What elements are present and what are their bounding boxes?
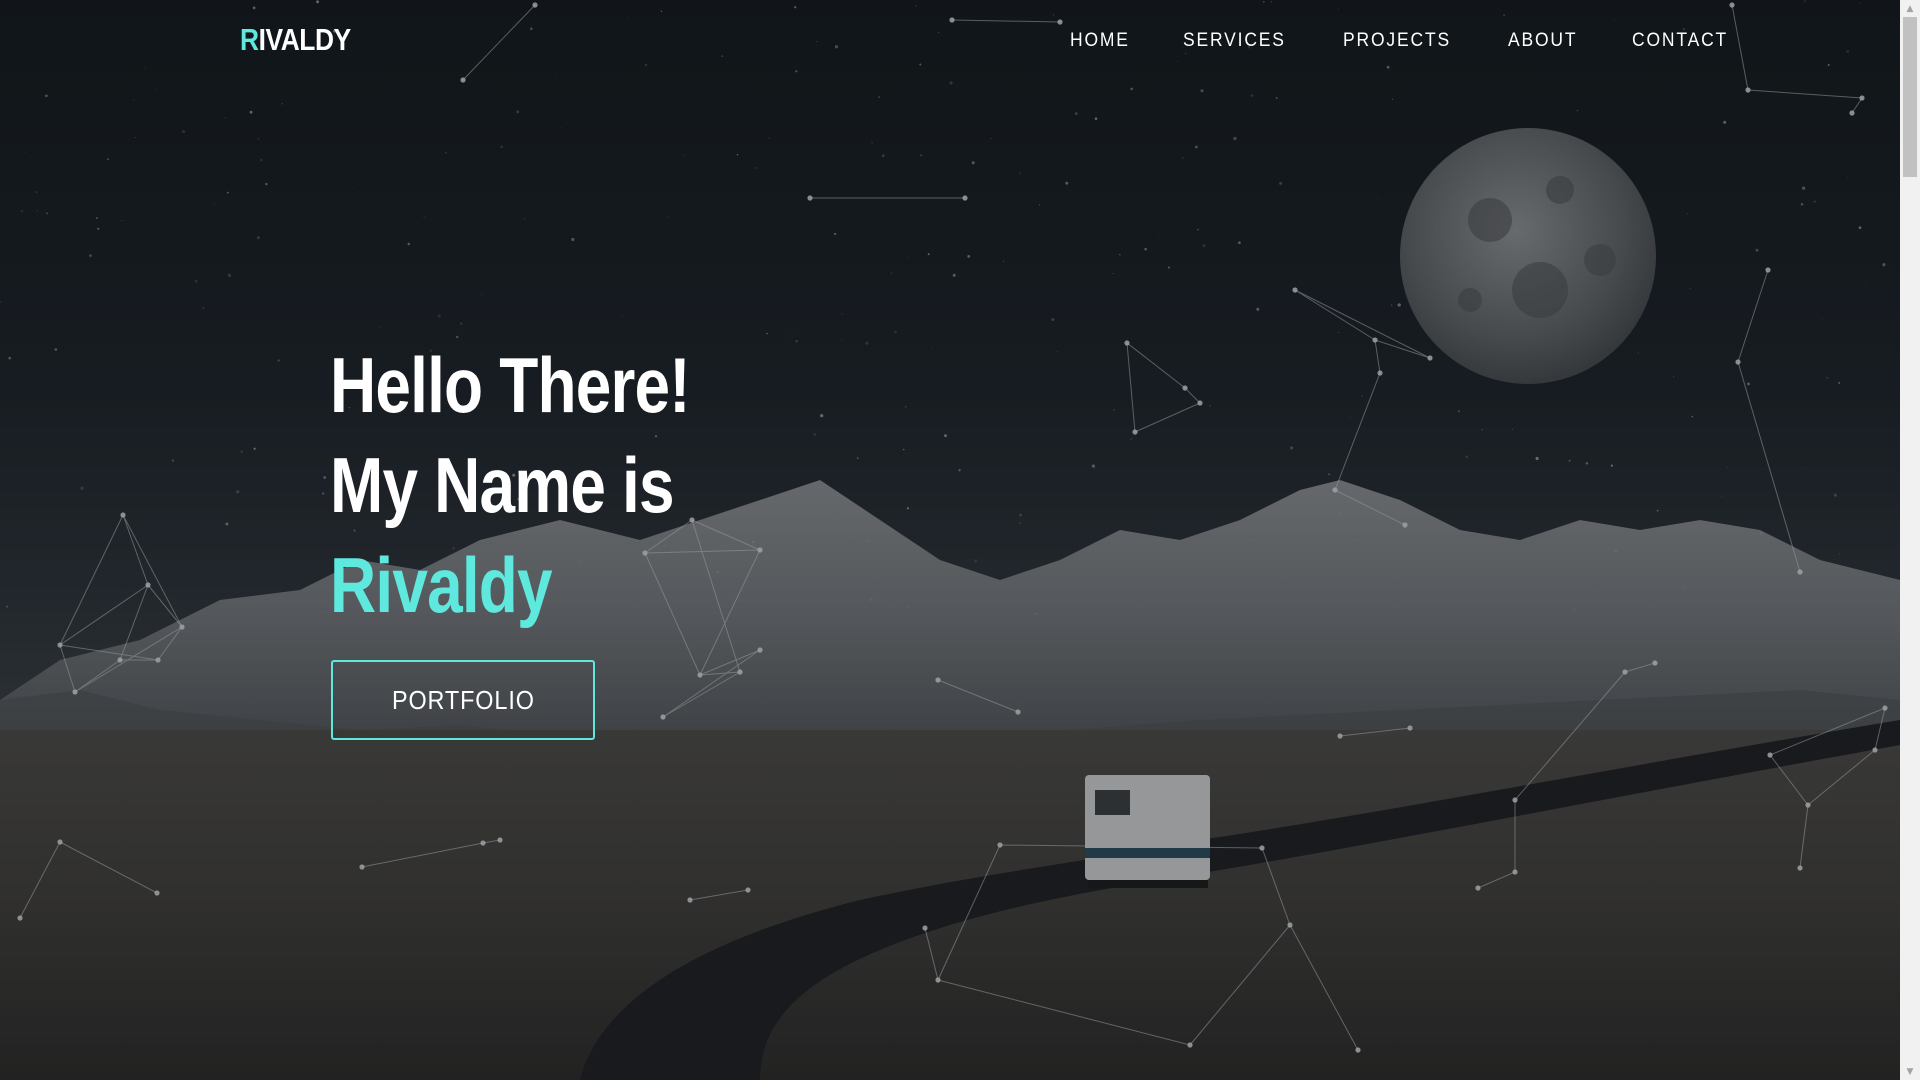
hero-line-intro: My Name is <box>330 441 675 529</box>
page-viewport: RIVALDY HOME SERVICES PROJECTS ABOUT CON… <box>0 0 1900 1080</box>
scrollbar-thumb[interactable] <box>1903 17 1917 177</box>
nav-services[interactable]: SERVICES <box>1183 30 1286 52</box>
portfolio-button-label: PORTFOLIO <box>391 684 535 715</box>
hero-line-greeting: Hello There! <box>330 341 691 429</box>
nav-home[interactable]: HOME <box>1070 30 1130 52</box>
portfolio-button[interactable]: PORTFOLIO <box>331 660 595 740</box>
main-nav: HOME SERVICES PROJECTS ABOUT CONTACT <box>1070 30 1784 52</box>
triangle-up-icon[interactable]: ▲ <box>1900 0 1920 17</box>
nav-about[interactable]: ABOUT <box>1508 30 1577 52</box>
hero-heading: Hello There! My Name is Rivaldy <box>330 335 769 635</box>
triangle-down-icon[interactable]: ▼ <box>1900 1063 1920 1080</box>
hero-name: Rivaldy <box>330 541 553 629</box>
brand-logo-rest: IVALDY <box>258 22 352 57</box>
nav-projects[interactable]: PROJECTS <box>1343 30 1451 52</box>
brand-logo-initial: R <box>240 22 259 57</box>
vertical-scrollbar[interactable]: ▲ ▼ <box>1900 0 1920 1080</box>
nav-contact[interactable]: CONTACT <box>1632 30 1728 52</box>
brand-logo[interactable]: RIVALDY <box>240 22 351 58</box>
background-scene <box>0 0 1900 1080</box>
